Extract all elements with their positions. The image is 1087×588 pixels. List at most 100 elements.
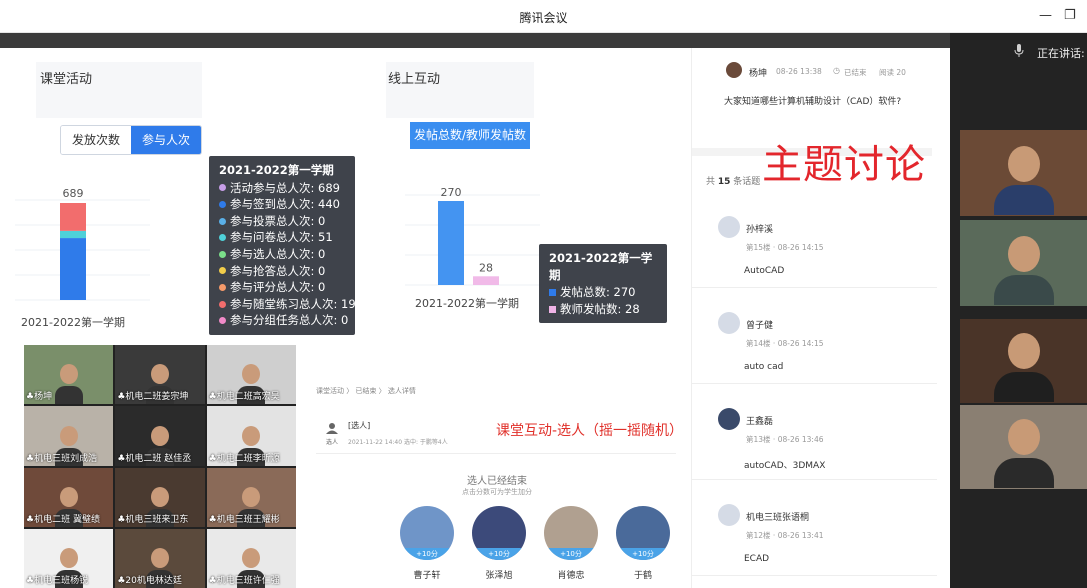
video-tile[interactable]: ♣机电二班 赵佳丞 bbox=[115, 406, 205, 466]
speaker-video[interactable] bbox=[960, 220, 1087, 306]
author-name: 杨坤 bbox=[749, 69, 768, 79]
video-tile[interactable]: ♣机电三班王耀彬 bbox=[206, 467, 296, 527]
participant-name: ♣机电二班李昕源 bbox=[209, 451, 280, 464]
commenter-avatar bbox=[718, 312, 740, 334]
comment-meta: 第12楼 · 08-26 13:41 bbox=[746, 531, 824, 540]
participant-name: ♣机电二班高宏昊 bbox=[209, 389, 280, 402]
speaking-label: 正在讲话: bbox=[1037, 47, 1085, 60]
clock-icon: ◷ bbox=[833, 66, 840, 75]
online-tooltip-title: 2021-2022第一学期 bbox=[549, 251, 653, 282]
video-tile[interactable]: ♣机电二班李昕源 bbox=[206, 406, 296, 466]
tooltip-row: 参与问卷总人次: 51 bbox=[219, 229, 345, 246]
online-bar-chart: 270 28 2021-2022第一学期 bbox=[405, 186, 540, 310]
commenter-name: 孙梓溪 bbox=[746, 225, 774, 235]
comment-count: 共 15 条话题 bbox=[706, 174, 760, 187]
tooltip-row: 参与随堂练习总人次: 198 bbox=[219, 296, 363, 313]
activity-bar-chart: 689 2021-2022第一学期 bbox=[15, 187, 150, 329]
person-icon: ♣ bbox=[208, 576, 217, 586]
person-icon: ♣ bbox=[26, 514, 35, 525]
speaker-video[interactable] bbox=[960, 319, 1087, 403]
tab-issue-count[interactable]: 发放次数 bbox=[61, 126, 131, 154]
select-item-sub: 选人 bbox=[326, 439, 339, 446]
participant-name-text: 机电三班来卫东 bbox=[125, 514, 189, 525]
video-tile[interactable]: ♣杨坤 bbox=[24, 345, 114, 405]
legend-marker bbox=[219, 300, 226, 308]
student-name: 肖德忠 bbox=[557, 571, 585, 581]
participant-sidebar bbox=[950, 33, 1087, 588]
x-tick-label: 2021-2022第一学期 bbox=[21, 315, 125, 329]
toolbar-strip bbox=[0, 33, 950, 48]
student-points[interactable]: +10分 bbox=[472, 548, 526, 560]
minimize-icon[interactable]: — bbox=[1039, 8, 1052, 23]
participant-body bbox=[54, 386, 83, 405]
mic-icon[interactable] bbox=[1014, 44, 1024, 58]
tooltip-row: 活动参与总人次: 689 bbox=[219, 180, 345, 197]
activity-tooltip-title: 2021-2022第一学期 bbox=[219, 163, 334, 177]
comment-meta: 第14楼 · 08-26 14:15 bbox=[746, 339, 824, 348]
video-tile[interactable]: ♣机电三班杨锐 bbox=[24, 528, 114, 588]
participant-head bbox=[59, 425, 78, 446]
title-bar: 腾讯会议 — ❐ bbox=[0, 0, 1087, 33]
participant-name-text: 杨坤 bbox=[34, 392, 53, 403]
post-time: 08-26 13:38 bbox=[776, 67, 822, 76]
tooltip-row: 参与投票总人次: 0 bbox=[219, 213, 345, 230]
tab-participation[interactable]: 参与人次 bbox=[131, 126, 201, 154]
bar-data-label: 270 bbox=[441, 186, 462, 199]
participant-name: ♣机电二班 赵佳丞 bbox=[117, 451, 191, 464]
video-tile[interactable]: ♣机电三班来卫东 bbox=[115, 467, 205, 527]
comment-item: 王鑫磊 第13楼 · 08-26 13:46 autoCAD、3DMAX bbox=[692, 390, 937, 480]
student-points[interactable]: +10分 bbox=[616, 548, 670, 560]
video-tile[interactable]: ♣机电三班许仁强 bbox=[206, 528, 296, 588]
speaker-body bbox=[993, 458, 1054, 488]
legend-marker bbox=[219, 234, 226, 242]
participant-name-text: 机电二班姜宗坤 bbox=[125, 392, 189, 403]
select-item-title: [选人] bbox=[348, 421, 371, 430]
participant-head bbox=[242, 425, 261, 446]
video-grid: ♣杨坤 ♣机电二班姜宗坤 ♣机电二班高宏昊 ♣机电三班刘成浩 ♣机电二班 赵佳丞 ♣机电二… bbox=[24, 345, 296, 588]
student-avatar[interactable]: +10分 bbox=[400, 506, 454, 560]
bar-total-label: 689 bbox=[63, 187, 84, 200]
student-points[interactable]: +10分 bbox=[544, 548, 598, 560]
participant-head bbox=[242, 486, 261, 507]
tooltip-row-label: 参与分组任务总人次: 0 bbox=[230, 313, 349, 328]
select-item-meta: 2021-11-22 14:40 选中: 于鹏等4人 bbox=[348, 439, 448, 446]
window-title: 腾讯会议 bbox=[519, 11, 568, 25]
comment-meta: 第15楼 · 08-26 14:15 bbox=[746, 243, 824, 252]
student-name: 张泽旭 bbox=[485, 571, 513, 581]
participant-name-text: 机电三班杨锐 bbox=[34, 576, 89, 586]
participant-name-text: 机电二班李昕源 bbox=[216, 453, 280, 464]
comment-item: 曾子健 第14楼 · 08-26 14:15 auto cad bbox=[692, 294, 937, 384]
comment-item: 孙梓溪 第15楼 · 08-26 14:15 AutoCAD bbox=[692, 198, 937, 288]
video-tile[interactable]: ♣机电二班 冀璧绩 bbox=[24, 467, 114, 527]
video-tile[interactable]: ♣机电二班高宏昊 bbox=[206, 345, 296, 405]
tooltip-row-label: 参与选人总人次: 0 bbox=[230, 246, 326, 261]
discussion-overlay-title: 主题讨论 bbox=[762, 142, 926, 188]
online-panel-title: 线上互动 bbox=[388, 72, 441, 87]
student-name: 曹子轩 bbox=[413, 571, 441, 581]
legend-marker bbox=[219, 283, 226, 291]
video-tile[interactable]: ♣20机电林达廷 bbox=[115, 528, 205, 588]
select-ended-text: 选人已经结束 bbox=[467, 476, 527, 487]
participant-name: ♣机电二班 冀璧绩 bbox=[26, 512, 100, 525]
student-avatar[interactable]: +10分 bbox=[544, 506, 598, 560]
speaker-video[interactable] bbox=[960, 130, 1087, 216]
commenter-avatar bbox=[718, 216, 740, 238]
participant-name: ♣机电三班许仁强 bbox=[209, 573, 280, 586]
person-icon: ♣ bbox=[26, 453, 35, 464]
tooltip-row-label: 参与抢答总人次: 0 bbox=[230, 263, 326, 278]
legend-marker bbox=[219, 250, 226, 258]
video-tile[interactable]: ♣机电三班刘成浩 bbox=[24, 406, 114, 466]
post-count-button[interactable]: 发帖总数/教师发帖数 bbox=[410, 122, 530, 149]
restore-icon[interactable]: ❐ bbox=[1064, 8, 1076, 23]
bar bbox=[473, 276, 499, 285]
stacked-bar-segment bbox=[60, 238, 86, 300]
student-avatar[interactable]: +10分 bbox=[472, 506, 526, 560]
user-icon bbox=[326, 423, 338, 434]
student-points[interactable]: +10分 bbox=[400, 548, 454, 560]
video-tile[interactable]: ♣机电二班姜宗坤 bbox=[115, 345, 205, 405]
speaker-video[interactable] bbox=[960, 405, 1087, 489]
student-avatar[interactable]: +10分 bbox=[616, 506, 670, 560]
commenter-name: 王鑫磊 bbox=[746, 417, 774, 427]
speaker-head bbox=[1007, 236, 1040, 272]
tooltip-row-label: 活动参与总人次: 689 bbox=[230, 180, 340, 195]
